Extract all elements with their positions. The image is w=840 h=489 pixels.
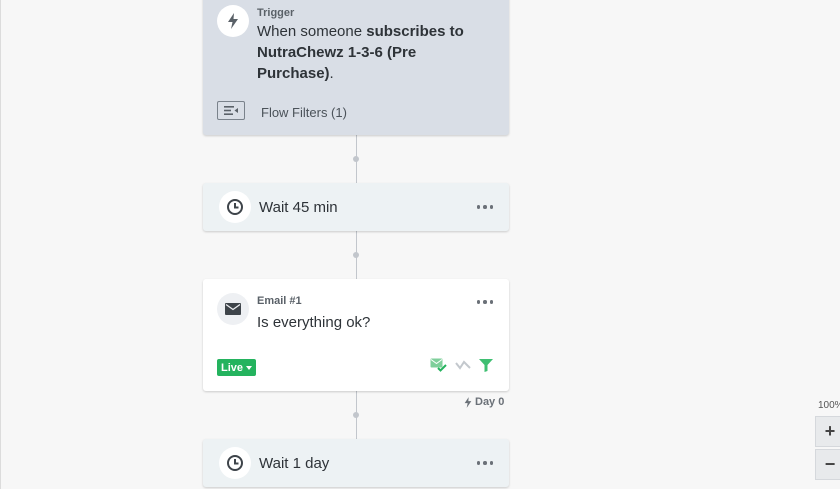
connector-add-node[interactable] [353, 252, 359, 258]
wait-icon-circle [219, 447, 251, 479]
wait-label: Wait 45 min [259, 199, 338, 216]
wait-card[interactable]: Wait 1 day [203, 439, 509, 487]
flow-filters-label[interactable]: Flow Filters (1) [261, 105, 347, 120]
wait-card[interactable]: Wait 45 min [203, 183, 509, 231]
zoom-in-button[interactable]: + [815, 416, 840, 447]
status-label: Live [221, 361, 244, 374]
canvas-left-edge [0, 0, 1, 489]
wait-icon-circle [219, 191, 251, 223]
clock-icon [227, 455, 243, 471]
connector-add-node[interactable] [353, 412, 359, 418]
email-subject: Is everything ok? [257, 314, 371, 331]
flow-filters-button[interactable] [217, 101, 245, 120]
bolt-icon [464, 396, 472, 408]
email-card[interactable]: Email #1 Is everything ok? Live [203, 279, 509, 391]
status-badge[interactable]: Live [217, 359, 257, 376]
caret-down-icon [246, 365, 253, 370]
email-label: Email #1 [257, 295, 302, 307]
zoom-out-button[interactable]: − [815, 449, 840, 480]
filter-icon [479, 358, 493, 372]
trigger-icon-circle [217, 5, 249, 37]
more-icon[interactable] [476, 205, 493, 209]
trigger-prefix: When someone [257, 23, 367, 40]
trigger-card[interactable]: Trigger When someone subscribes to Nutra… [203, 0, 509, 135]
skip-icon [455, 360, 471, 370]
connector-add-node[interactable] [353, 156, 359, 162]
wait-label: Wait 1 day [259, 455, 330, 472]
smart-send-icon [430, 358, 447, 372]
bolt-icon [228, 13, 238, 29]
mail-icon [225, 303, 241, 315]
trigger-description: When someone subscribes to NutraChewz 1-… [257, 21, 487, 84]
trigger-suffix: . [329, 65, 334, 82]
filter-list-icon [224, 106, 238, 115]
clock-icon [227, 199, 243, 215]
more-icon[interactable] [476, 300, 493, 304]
day-indicator: Day 0 [464, 396, 504, 408]
email-status-icons [430, 358, 493, 372]
more-icon[interactable] [476, 461, 493, 465]
day-label: Day 0 [475, 396, 505, 408]
email-icon-circle [217, 293, 249, 325]
trigger-label: Trigger [257, 7, 295, 19]
zoom-level: 100% [818, 400, 840, 411]
